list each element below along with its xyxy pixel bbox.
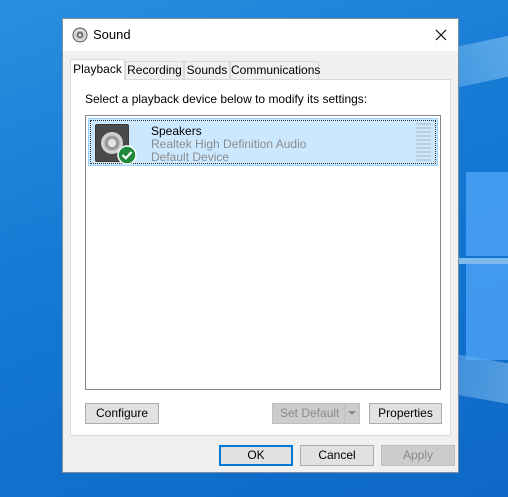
device-row-speakers[interactable]: Speakers Realtek High Definition Audio D…: [88, 118, 438, 166]
windows-logo-pane: [459, 258, 508, 264]
speaker-icon: [95, 124, 137, 165]
device-name: Speakers: [151, 124, 202, 138]
ok-button[interactable]: OK: [219, 445, 293, 466]
set-default-button[interactable]: Set Default: [272, 403, 360, 424]
set-default-label: Set Default: [280, 406, 340, 420]
instruction-text: Select a playback device below to modify…: [85, 92, 368, 106]
tab-sounds[interactable]: Sounds: [184, 61, 230, 79]
window-title: Sound: [93, 27, 131, 42]
title-bar[interactable]: Sound: [63, 19, 458, 51]
volume-level-meter: [416, 123, 431, 161]
device-driver: Realtek High Definition Audio: [151, 137, 307, 151]
device-status: Default Device: [151, 150, 230, 164]
tab-communications[interactable]: Communications: [230, 61, 320, 79]
apply-button[interactable]: Apply: [381, 445, 455, 466]
cancel-button[interactable]: Cancel: [300, 445, 374, 466]
windows-logo-pane: [466, 172, 508, 256]
close-icon: [435, 29, 447, 41]
windows-logo-pane: [466, 264, 508, 360]
device-list[interactable]: Speakers Realtek High Definition Audio D…: [85, 115, 441, 390]
set-default-dropdown[interactable]: [344, 404, 359, 423]
configure-button[interactable]: Configure: [85, 403, 159, 424]
close-button[interactable]: [424, 19, 458, 51]
properties-button[interactable]: Properties: [369, 403, 442, 424]
sound-app-icon: [72, 27, 88, 43]
check-badge-icon: [117, 145, 137, 165]
chevron-down-icon: [348, 411, 356, 415]
tab-recording[interactable]: Recording: [125, 61, 184, 79]
tab-playback[interactable]: Playback: [70, 59, 125, 80]
playback-panel: Select a playback device below to modify…: [70, 79, 451, 436]
sound-dialog: Sound Playback Recording Sounds Communic…: [62, 18, 459, 473]
